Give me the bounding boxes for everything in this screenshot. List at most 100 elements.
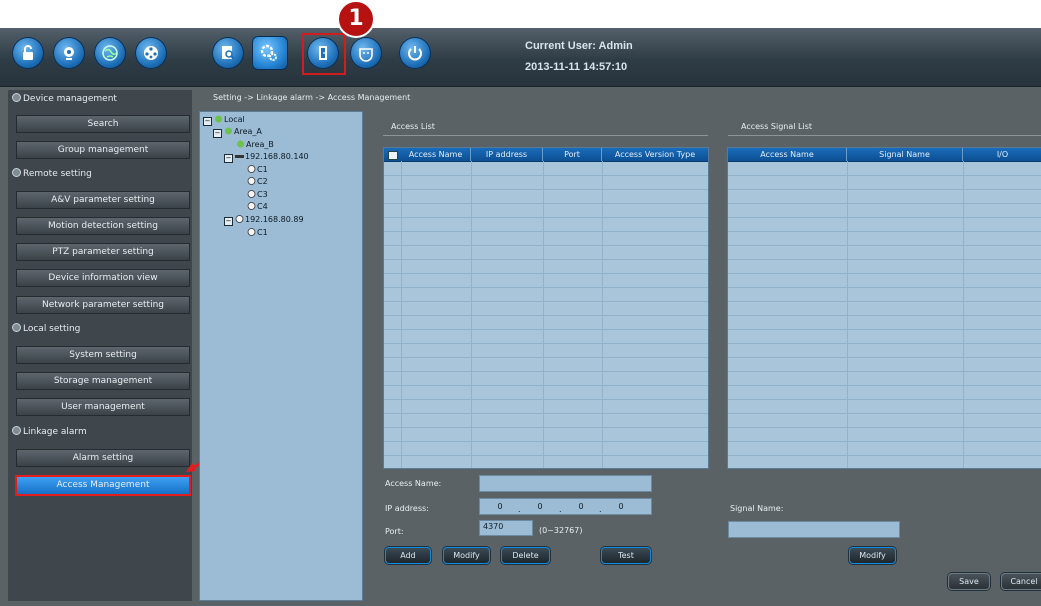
column-header[interactable]: Port [543,148,602,161]
sidebar-item-user-management[interactable]: User management [16,398,190,416]
top-toolbar: Current User: Admin 2013-11-11 14:57:10 [0,28,1041,87]
add-button[interactable]: Add [385,547,431,564]
grid-row-line [384,413,708,414]
sidebar: Device management Search Group managemen… [8,90,192,601]
lock-icon[interactable] [12,37,44,69]
divider [383,135,708,136]
column-header[interactable]: Access Version Type [602,148,708,161]
ip-octet-4[interactable]: 0 [609,499,633,514]
select-all-checkbox[interactable] [388,151,398,160]
sidebar-item-alarm-setting[interactable]: Alarm setting [16,449,190,467]
film-reel-icon[interactable] [135,37,167,69]
delete-button[interactable]: Delete [501,547,550,564]
grid-row-line [728,231,1041,232]
column-header[interactable]: I/O [963,148,1041,161]
grid-row-line [384,301,708,302]
grid-row-line [728,413,1041,414]
tree-node-channel[interactable]: C3 [247,190,268,199]
current-user: Current User: Admin [525,40,633,52]
app-window: Current User: Admin 2013-11-11 14:57:10 … [0,28,1041,606]
column-header[interactable]: Access Name [728,148,847,161]
grid-row-line [728,287,1041,288]
grid-row-line [728,371,1041,372]
sidebar-item-storage-management[interactable]: Storage management [16,372,190,390]
sidebar-item-motion-detection[interactable]: Motion detection setting [16,217,190,235]
collapse-icon[interactable]: − [213,129,222,138]
user-info: Current User: Admin 2013-11-11 14:57:10 [525,36,633,78]
grid-row-line [728,301,1041,302]
tree-node-area-a[interactable]: − Area_A [213,127,262,138]
column-header[interactable]: IP address [471,148,543,161]
collapse-icon[interactable]: − [224,217,233,226]
ip-dot: . [559,505,562,514]
collapse-icon[interactable]: − [224,154,233,163]
signal-list-table[interactable]: Access Name Signal Name I/O [727,147,1041,469]
tree-node-device-1[interactable]: −192.168.80.140 [224,152,309,163]
port-input[interactable]: 4370 [479,520,533,536]
test-button[interactable]: Test [601,547,651,564]
access-name-label: Access Name: [385,479,442,488]
sidebar-item-group-management[interactable]: Group management [16,141,190,159]
access-name-input[interactable] [479,475,652,492]
grid-row-line [728,203,1041,204]
save-button[interactable]: Save [948,573,990,590]
modify-button[interactable]: Modify [443,547,490,564]
camera-icon [247,202,256,210]
tree-node-channel[interactable]: C1 [247,165,268,174]
grid-row-line [384,315,708,316]
ip-octet-1[interactable]: 0 [488,499,512,514]
ip-octet-3[interactable]: 0 [569,499,593,514]
grid-row-line [384,427,708,428]
area-icon [225,127,232,135]
sidebar-item-network-parameter[interactable]: Network parameter setting [16,296,190,314]
ip-dot: . [599,505,602,514]
sidebar-item-ptz-parameter[interactable]: PTZ parameter setting [16,243,190,261]
grid-row-line [728,273,1041,274]
section-device-management: Device management [12,93,117,104]
grid-row-line [728,455,1041,456]
globe-icon[interactable] [94,37,126,69]
bullet-icon [12,168,21,177]
access-list-table[interactable]: Access Name IP address Port Access Versi… [383,147,709,469]
search-record-icon[interactable] [212,37,244,69]
signal-modify-button[interactable]: Modify [849,547,896,564]
settings-icon[interactable] [252,36,288,70]
grid-row-line [728,245,1041,246]
tree-node-device-2[interactable]: −192.168.80.89 [224,215,304,226]
divider [728,135,1041,136]
sidebar-item-device-information[interactable]: Device information view [16,269,190,287]
section-linkage-alarm: Linkage alarm [12,426,87,437]
grid-row-line [384,273,708,274]
sidebar-item-system-setting[interactable]: System setting [16,346,190,364]
grid-row-line [728,385,1041,386]
power-icon[interactable] [399,37,431,69]
sidebar-item-access-management[interactable]: Access Management [15,475,191,496]
cancel-button[interactable]: Cancel [1001,573,1041,590]
tree-node-channel[interactable]: C2 [247,177,268,186]
area-icon [215,115,222,123]
signal-name-input[interactable] [728,521,900,538]
dvr-device-icon [235,155,244,158]
sidebar-item-av-parameter[interactable]: A&V parameter setting [16,191,190,209]
grid-row-line [728,259,1041,260]
datetime: 2013-11-11 14:57:10 [525,61,628,73]
ip-address-input[interactable]: 0 . 0 . 0 . 0 [479,498,652,515]
ip-octet-2[interactable]: 0 [528,499,552,514]
grid-column-line [401,161,402,468]
bullet-icon [12,323,21,332]
tree-node-channel[interactable]: C1 [247,228,268,237]
column-header[interactable]: Signal Name [847,148,963,161]
access-list-title: Access List [391,122,435,131]
tree-node-channel[interactable]: C4 [247,202,268,211]
column-header[interactable]: Access Name [401,148,471,161]
grid-row-line [384,189,708,190]
sidebar-item-search[interactable]: Search [16,115,190,133]
collapse-icon[interactable]: − [203,117,212,126]
tree-node-local[interactable]: − Local [203,115,245,126]
grid-column-line [543,161,544,468]
alarm-face-icon[interactable] [350,37,382,69]
webcam-icon[interactable] [53,37,85,69]
signal-name-label: Signal Name: [730,504,784,513]
grid-row-line [384,357,708,358]
tree-node-area-b[interactable]: Area_B [236,140,274,149]
